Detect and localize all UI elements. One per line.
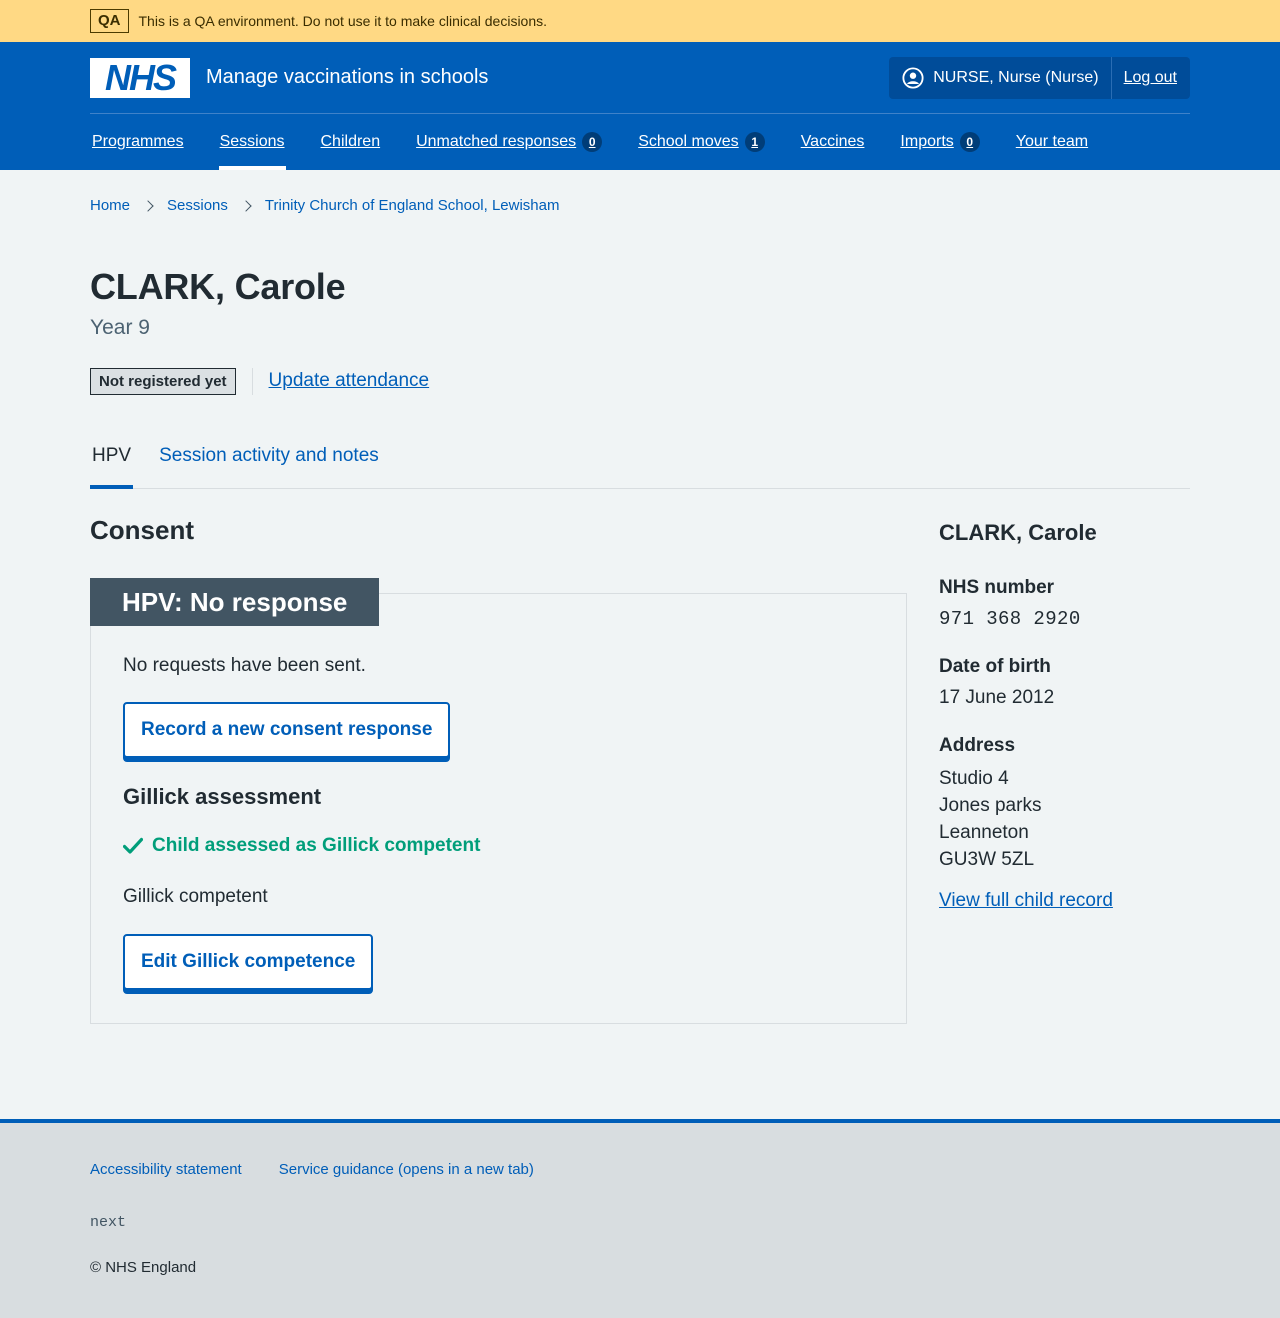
address-value: Studio 4 Jones parks Leanneton GU3W 5ZL: [939, 765, 1190, 873]
service-name[interactable]: Manage vaccinations in schools: [206, 66, 488, 89]
nav-item-label: School moves: [638, 133, 739, 150]
nhs-number-value: 971 368 2920: [939, 608, 1081, 630]
site-footer: Accessibility statement Service guidance…: [0, 1119, 1280, 1318]
gillick-status: Child assessed as Gillick competent: [123, 834, 874, 858]
breadcrumb-sessions[interactable]: Sessions: [167, 197, 228, 214]
edit-gillick-button[interactable]: Edit Gillick competence: [123, 934, 374, 990]
nav-item-label: Imports: [900, 133, 954, 150]
version-label: next: [90, 1214, 127, 1231]
gillick-text: Gillick competent: [123, 886, 268, 907]
address-line: Jones parks: [939, 795, 1042, 816]
nav-item-imports[interactable]: Imports 0: [900, 114, 980, 170]
requests-text: No requests have been sent.: [123, 655, 366, 676]
divider: [251, 367, 253, 395]
accessibility-statement-link[interactable]: Accessibility statement: [90, 1161, 242, 1178]
address-line: Studio 4: [939, 768, 1009, 789]
status-row: Not registered yet Update attendance: [90, 366, 1190, 396]
dob-value: 17 June 2012: [939, 687, 1055, 708]
qa-tag: QA: [90, 9, 129, 33]
count-badge: 1: [744, 132, 765, 152]
nav-item-label: Vaccines: [800, 133, 865, 150]
address-line: Leanneton: [939, 822, 1029, 843]
tick-icon: [123, 837, 143, 854]
chevron-right-icon: [240, 199, 252, 212]
consent-card-heading: HPV: No response: [90, 578, 380, 626]
tab-hpv[interactable]: HPV: [90, 434, 134, 489]
gillick-status-label: Child assessed as Gillick competent: [152, 835, 481, 856]
tabs: HPV Session activity and notes: [90, 434, 1190, 489]
consent-heading: Consent: [90, 515, 194, 545]
main-content: Consent HPV: No response No requests hav…: [90, 489, 907, 1024]
nav-item-vaccines[interactable]: Vaccines: [801, 114, 865, 170]
user-icon: [902, 67, 924, 89]
nhs-number-label: NHS number: [939, 577, 1055, 598]
account-user-label: NURSE, Nurse (Nurse): [933, 69, 1099, 86]
service-guidance-link[interactable]: Service guidance (opens in a new tab): [279, 1161, 534, 1178]
nav-item-label: Programmes: [92, 133, 184, 150]
qa-banner-text: This is a QA environment. Do not use it …: [138, 13, 548, 29]
nav-item-your-team[interactable]: Your team: [1016, 114, 1088, 170]
copyright: © NHS England: [90, 1259, 197, 1276]
site-header: NHS Manage vaccinations in schools NURSE…: [0, 42, 1280, 170]
nav-item-sessions[interactable]: Sessions: [218, 114, 286, 170]
address-label: Address: [939, 735, 1016, 756]
primary-nav: Programmes Sessions Children Unmatched resp…: [90, 114, 1190, 170]
breadcrumb: Home Sessions Trinity Church of England …: [90, 170, 1190, 241]
account-menu: NURSE, Nurse (Nurse) Log out: [889, 57, 1190, 99]
chevron-right-icon: [142, 199, 154, 212]
page-title: CLARK, Carole: [90, 266, 346, 307]
year-group: Year 9: [90, 316, 150, 339]
nav-item-label: Your team: [1015, 133, 1089, 150]
nav-item-school-moves[interactable]: School moves 1: [638, 114, 765, 170]
address-line: GU3W 5ZL: [939, 849, 1035, 870]
account-user: NURSE, Nurse (Nurse): [889, 57, 1112, 99]
nav-item-unmatched-responses[interactable]: Unmatched responses 0: [416, 114, 603, 170]
update-attendance-link[interactable]: Update attendance: [269, 370, 430, 392]
nhs-logo[interactable]: NHS: [90, 57, 190, 98]
nav-item-programmes[interactable]: Programmes: [92, 114, 184, 170]
nav-item-label: Sessions: [219, 133, 285, 150]
sidebar-child-name: CLARK, Carole: [939, 520, 1097, 545]
count-badge: 0: [582, 132, 603, 152]
tab-session-activity[interactable]: Session activity and notes: [157, 434, 381, 488]
breadcrumb-school[interactable]: Trinity Church of England School, Lewish…: [265, 197, 560, 214]
nav-item-label: Children: [320, 133, 381, 150]
record-consent-button[interactable]: Record a new consent response: [123, 702, 451, 758]
registration-status-badge: Not registered yet: [90, 367, 236, 395]
child-summary-sidebar: CLARK, Carole NHS number 971 368 2920 Da…: [939, 489, 1190, 1024]
logout-link[interactable]: Log out: [1112, 69, 1190, 87]
nav-item-label: Unmatched responses: [416, 133, 577, 150]
count-badge: 0: [959, 132, 980, 152]
nav-item-children[interactable]: Children: [321, 114, 381, 170]
view-child-record-link[interactable]: View full child record: [939, 890, 1113, 912]
dob-label: Date of birth: [939, 656, 1051, 677]
consent-card: HPV: No response No requests have been s…: [90, 578, 907, 1024]
breadcrumb-home[interactable]: Home: [90, 197, 130, 214]
qa-banner: QA This is a QA environment. Do not use …: [0, 0, 1280, 42]
gillick-heading: Gillick assessment: [123, 784, 322, 809]
